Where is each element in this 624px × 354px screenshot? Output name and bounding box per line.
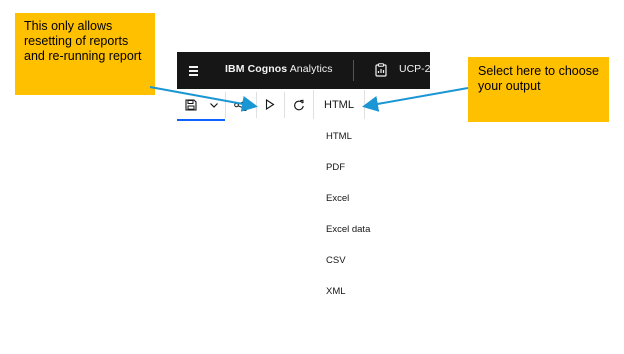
menu-item-excel[interactable]: Excel [326,193,349,204]
menu-item-pdf[interactable]: PDF [326,162,345,173]
hamburger-menu-icon[interactable] [185,60,205,80]
save-button[interactable] [179,90,203,119]
save-icon [185,98,197,111]
output-format-select[interactable]: HTML [313,90,365,119]
share-button[interactable] [227,90,255,119]
menu-item-excel-data[interactable]: Excel data [326,224,370,235]
app-title-brand: IBM Cognos [225,63,288,75]
menu-item-csv[interactable]: CSV [326,255,346,266]
chevron-down-icon [210,102,218,108]
app-title: IBM Cognos Analytics [225,63,333,75]
callout-choose-output: Select here to choose your output [468,57,609,122]
menu-item-html[interactable]: HTML [326,131,352,142]
app-title-product: Analytics [287,63,333,75]
run-report-button[interactable] [257,90,283,119]
callout-reset-rerun: This only allows resetting of reports an… [15,13,155,95]
report-toolbar: HTML [177,90,430,121]
refresh-button[interactable] [285,90,312,119]
save-options-dropdown[interactable] [204,90,224,119]
header-divider [353,60,354,81]
share-icon [234,98,248,111]
output-format-menu: HTML PDF Excel Excel data CSV XML [314,121,430,311]
app-header: IBM Cognos Analytics UCP-2 [177,52,430,89]
toolbar-divider [225,92,226,118]
report-title[interactable]: UCP-2 [399,63,430,75]
refresh-icon [293,99,304,110]
report-icon [375,63,387,77]
run-icon [265,99,275,110]
save-active-indicator [177,119,225,121]
menu-item-xml[interactable]: XML [326,286,346,297]
